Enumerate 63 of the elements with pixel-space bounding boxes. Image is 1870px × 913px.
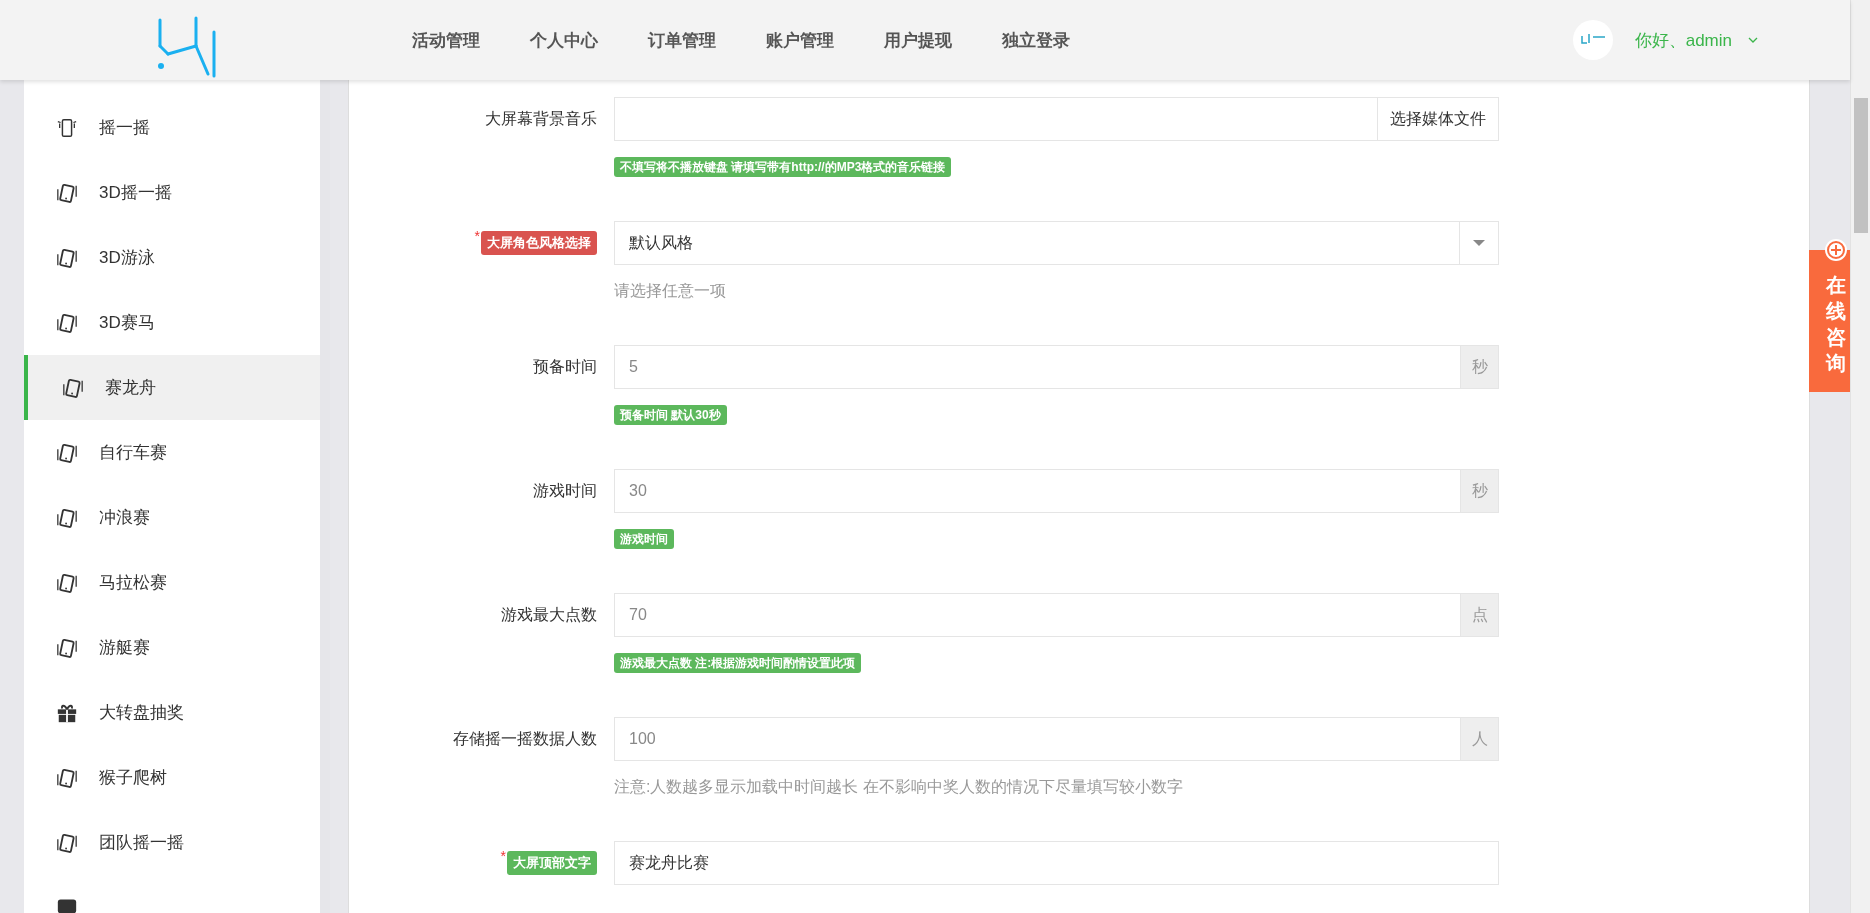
sidebar-item[interactable]: 猴子爬树 (24, 745, 320, 810)
hint-label: 游戏最大点数 注:根据游戏时间酌情设置此项 (614, 653, 862, 673)
phone-icon (56, 831, 78, 854)
plus-icon (1823, 238, 1848, 262)
phone-icon (56, 246, 78, 269)
scroll-thumb[interactable] (1854, 98, 1868, 233)
field-label: 游戏最大点数 (501, 604, 597, 625)
phone-icon (56, 441, 78, 464)
nav-link[interactable]: 活动管理 (412, 28, 530, 52)
phone-icon (56, 571, 78, 594)
phone-icon (62, 376, 84, 399)
unit-label: 人 (1461, 717, 1499, 761)
input-field[interactable] (614, 97, 1378, 141)
sidebar-item[interactable]: 游艇赛 (24, 615, 320, 680)
field-label: 存储摇一摇数据人数 (453, 728, 597, 749)
field-label: 游戏时间 (533, 480, 597, 501)
avatar-icon[interactable] (1572, 20, 1613, 60)
required-mark: * (500, 849, 506, 863)
phone-icon (56, 636, 78, 659)
field-label: 大屏顶部文字 (507, 851, 597, 875)
select-field[interactable]: 默认风格 (614, 221, 1499, 265)
nav-link[interactable]: 账户管理 (766, 28, 884, 52)
hint-label: 不填写将不播放键盘 请填写带有http://的MP3格式的音乐链接 (614, 157, 952, 177)
input-field[interactable]: 100 (614, 717, 1461, 761)
nav-link[interactable]: 独立登录 (1002, 28, 1120, 52)
help-text: 注意:人数越多显示加载中时间越长 在不影响中奖人数的情况下尽量填写较小数字 (614, 778, 1183, 795)
field-label: 大屏角色风格选择 (481, 231, 597, 255)
nav-link[interactable]: 订单管理 (648, 28, 766, 52)
input-field[interactable]: 赛龙舟比赛 (614, 841, 1499, 885)
input-field[interactable]: 5 (614, 345, 1461, 389)
sidebar-item[interactable]: 马拉松赛 (24, 550, 320, 615)
unit-label: 秒 (1461, 345, 1499, 389)
logo-icon (156, 14, 218, 80)
input-field[interactable]: 70 (614, 593, 1461, 637)
field-label: 预备时间 (533, 356, 597, 377)
nav-link[interactable]: 个人中心 (530, 28, 648, 52)
input-field[interactable]: 30 (614, 469, 1461, 513)
sidebar-item[interactable]: 摇一摇 (24, 95, 320, 160)
sidebar-item[interactable]: 冲浪赛 (24, 485, 320, 550)
phone-icon (56, 181, 78, 204)
sidebar-item[interactable]: 3D摇一摇 (24, 160, 320, 225)
sidebar-item[interactable]: 团队摇一摇 (24, 810, 320, 875)
sidebar-item[interactable]: 3D游泳 (24, 225, 320, 290)
hint-label: 预备时间 默认30秒 (614, 405, 727, 425)
field-label: 大屏幕背景音乐 (485, 108, 597, 129)
sidebar-item[interactable]: 自行车赛 (24, 420, 320, 485)
hint-label: 游戏时间 (614, 529, 674, 549)
sidebar-item[interactable]: 赛龙舟 (24, 355, 320, 420)
help-text: 请选择任意一项 (614, 282, 726, 299)
sidebar-item[interactable]: 3D赛马 (24, 290, 320, 355)
sidebar-item[interactable]: 大转盘抽奖 (24, 680, 320, 745)
phone-icon (56, 506, 78, 529)
select-media-button[interactable]: 选择媒体文件 (1378, 97, 1499, 141)
nav-link[interactable]: 用户提现 (884, 28, 1002, 52)
phone-icon (56, 311, 78, 334)
unit-label: 秒 (1461, 469, 1499, 513)
phone-icon (56, 766, 78, 789)
caret-icon (1473, 240, 1485, 246)
chevron-icon[interactable] (1748, 37, 1758, 43)
required-mark: * (474, 229, 480, 243)
phone-icon (56, 116, 78, 139)
scrollbar[interactable] (1850, 0, 1870, 913)
unit-label: 点 (1461, 593, 1499, 637)
